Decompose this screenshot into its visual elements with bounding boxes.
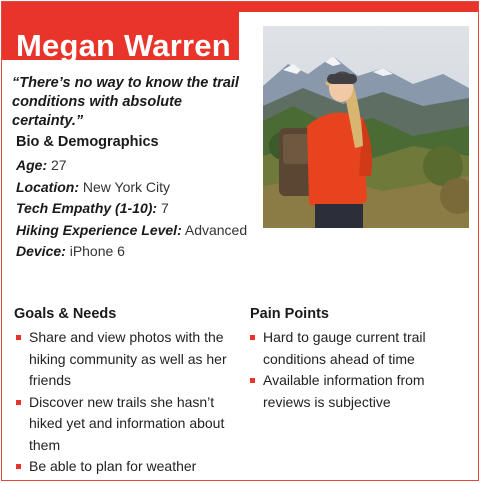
persona-card: Megan Warren “There’s no way to know the… (1, 1, 479, 481)
bio-key: Hiking Experience Level: (16, 221, 182, 238)
persona-name: Megan Warren (16, 28, 231, 63)
bio-value: iPhone 6 (65, 243, 125, 259)
goals-section-title: Goals & Needs (14, 306, 117, 322)
bio-item-age: Age: 27 (16, 155, 247, 177)
bullet-icon (250, 335, 255, 340)
goal-text: Discover new trails she hasn’t hiked yet… (29, 393, 225, 453)
bio-key: Device: (16, 243, 66, 259)
bio-key: Location: (16, 178, 79, 195)
bullet-icon (16, 399, 21, 405)
bio-value: 7 (157, 200, 169, 216)
pain-text: Hard to gauge current trail conditions a… (263, 329, 426, 367)
bio-value: Advanced (181, 221, 248, 238)
goal-text: Be able to plan for weather conditions (29, 458, 197, 480)
bio-item-device: Device: iPhone 6 (16, 241, 247, 263)
top-accent-bar (2, 2, 478, 12)
list-item: Hard to gauge current trail conditions a… (250, 327, 446, 370)
bio-item-hiking-level: Hiking Experience Level: Advanced (16, 220, 247, 242)
goal-text: Share and view photos with the hiking co… (29, 329, 227, 388)
pain-text: Available information from reviews is su… (263, 372, 425, 410)
bio-value: 27 (47, 157, 67, 173)
bio-item-tech-empathy: Tech Empathy (1-10): 7 (16, 198, 247, 220)
bio-key: Tech Empathy (1-10): (16, 200, 158, 216)
bio-item-location: Location: New York City (16, 177, 247, 199)
pain-points-list: Hard to gauge current trail conditions a… (250, 327, 446, 413)
bio-section-title: Bio & Demographics (16, 134, 159, 150)
list-item: Available information from reviews is su… (250, 370, 446, 413)
bullet-icon (250, 378, 255, 383)
bio-list: Age: 27 Location: New York City Tech Emp… (16, 155, 247, 263)
list-item: Be able to plan for weather conditions (16, 456, 238, 480)
list-item: Share and view photos with the hiking co… (16, 327, 238, 392)
bullet-icon (16, 335, 21, 340)
list-item: Discover new trails she hasn’t hiked yet… (16, 392, 238, 457)
goals-list: Share and view photos with the hiking co… (16, 327, 238, 480)
bio-key: Age: (16, 157, 48, 173)
pain-points-section-title: Pain Points (250, 306, 329, 322)
persona-photo (263, 26, 469, 228)
persona-quote: “There’s no way to know the trail condit… (12, 75, 239, 129)
bullet-icon (16, 464, 21, 469)
name-banner: Megan Warren (2, 12, 239, 63)
bio-value: New York City (79, 178, 171, 195)
